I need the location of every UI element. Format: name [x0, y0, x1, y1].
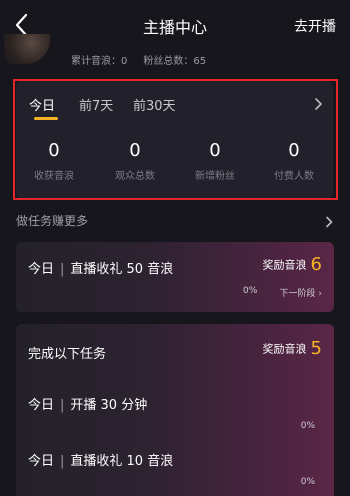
metric-new-fans: 0 新增粉丝: [180, 140, 250, 183]
metric-value: 0: [48, 140, 60, 161]
task-card: 完成以下任务 奖励音浪 5 今日 | 开播 30 分钟 0% 今日 | 直播收礼 10 音…: [16, 324, 334, 496]
nav-bar: 主播中心 去开播: [0, 0, 350, 50]
metric-label: 新增粉丝: [195, 171, 235, 182]
metric-value: 0: [129, 140, 141, 161]
metric-sound-waves: 0 收获音浪: [19, 140, 89, 183]
fans-total: 粉丝总数：65: [143, 56, 207, 67]
stats-card: 今日 前7天 前30天 0 收获音浪 0 观众总数 0 新增粉丝 0 付费人数: [16, 81, 333, 199]
reward: 奖励音浪 6: [263, 254, 322, 275]
task-group-title: 完成以下任务: [28, 347, 107, 362]
task-name: 开播 30 分钟: [70, 398, 148, 413]
task-prefix: 今日: [28, 262, 55, 277]
reward: 奖励音浪 5: [263, 338, 322, 359]
metric-value: 0: [288, 140, 300, 161]
metric-payers: 0 付费人数: [259, 140, 329, 183]
metric-value: 0: [209, 140, 221, 161]
task-progress: 0%: [243, 286, 258, 296]
tab-30-days[interactable]: 前30天: [133, 95, 176, 114]
chevron-right-icon[interactable]: [325, 216, 333, 228]
reward-label: 奖励音浪: [262, 258, 307, 272]
task-prefix: 今日: [28, 398, 55, 413]
task-progress: 0%: [300, 421, 315, 431]
metric-label: 付费人数: [274, 171, 314, 182]
section-title[interactable]: 做任务赚更多: [16, 212, 88, 229]
tab-7-days[interactable]: 前7天: [79, 95, 113, 114]
metric-label: 收获音浪: [34, 171, 74, 182]
tab-today[interactable]: 今日: [29, 95, 55, 114]
metric-label: 观众总数: [115, 171, 155, 182]
reward-value: 5: [310, 338, 322, 359]
next-stage-link[interactable]: 下一阶段 ›: [280, 286, 322, 299]
avatar[interactable]: [4, 34, 50, 64]
task-name: 直播收礼 50 音浪: [70, 262, 174, 277]
profile-row: 累计音浪：0 粉丝总数：65: [0, 34, 350, 70]
chevron-right-icon[interactable]: [313, 97, 323, 111]
task-title: 今日 | 直播收礼 50 音浪: [28, 258, 173, 277]
task-progress: 0%: [300, 477, 315, 487]
profile-stats: 累计音浪：0 粉丝总数：65: [71, 52, 206, 67]
reward-label: 奖励音浪: [262, 342, 307, 356]
sub-task[interactable]: 今日 | 直播收礼 10 音浪: [28, 450, 173, 469]
active-tab-indicator: [34, 117, 58, 120]
task-prefix: 今日: [28, 454, 55, 469]
reward-value: 6: [310, 254, 322, 275]
divider: |: [60, 262, 65, 277]
go-live-button[interactable]: 去开播: [294, 16, 336, 36]
total-sound-waves: 累计音浪：0: [71, 56, 128, 67]
metric-viewers: 0 观众总数: [100, 140, 170, 183]
sub-task[interactable]: 今日 | 开播 30 分钟: [28, 394, 147, 413]
task-name: 直播收礼 10 音浪: [70, 454, 174, 469]
task-card[interactable]: 今日 | 直播收礼 50 音浪 奖励音浪 6 0% 下一阶段 ›: [16, 242, 334, 312]
divider: |: [60, 454, 65, 469]
divider: |: [60, 398, 65, 413]
